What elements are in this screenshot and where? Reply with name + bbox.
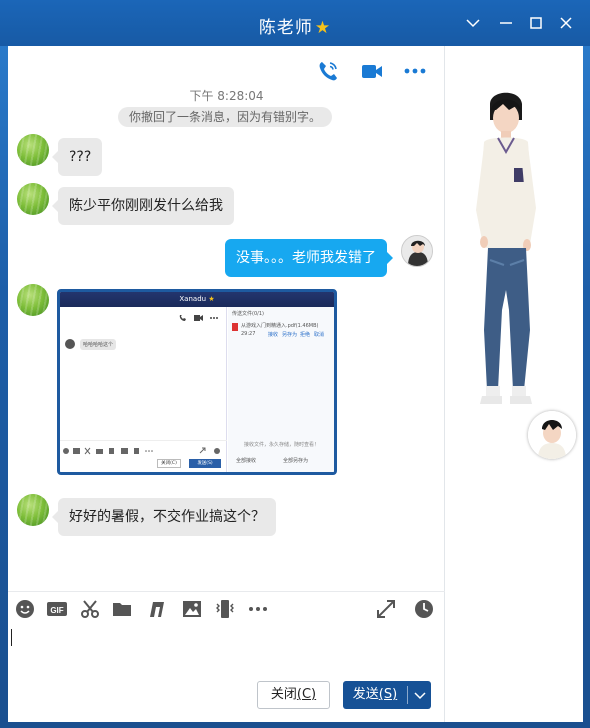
contact-avatar[interactable] — [17, 134, 49, 166]
close-button[interactable]: 关闭(C) — [257, 681, 330, 709]
screenshot-send-button: 发送(S) — [189, 459, 221, 468]
dropdown-icon[interactable] — [462, 12, 484, 34]
contact-side-avatar[interactable] — [528, 411, 576, 459]
gif-label: GIF — [50, 606, 63, 615]
shake-icon[interactable] — [214, 598, 236, 620]
screenshot-file-action: 拒绝 — [300, 332, 311, 338]
maximize-icon[interactable] — [525, 12, 547, 34]
phone-call-icon[interactable] — [315, 58, 341, 84]
recall-notice: 你撤回了一条消息，因为有错别字。 — [118, 107, 332, 127]
send-button[interactable]: 发送(S) — [343, 681, 431, 709]
outgoing-message[interactable]: 没事。。。老师我发错了 — [225, 239, 393, 277]
close-shortcut: (C) — [296, 687, 317, 702]
screenshot-avatar — [65, 339, 75, 349]
send-shortcut: (S) — [378, 687, 398, 702]
emoji-icon[interactable] — [14, 598, 36, 620]
send-text: 发送 — [352, 687, 379, 702]
screenshot-toolbar — [60, 440, 227, 455]
send-divider — [407, 686, 408, 704]
screenshot-notice: 接收文件，永久存储，随时查看！ — [244, 442, 320, 448]
contact-avatar[interactable] — [17, 183, 49, 215]
chevron-down-icon[interactable] — [409, 681, 431, 709]
screenshot-window-title: Xanadu — [179, 295, 207, 303]
close-button-label: 关闭 — [270, 687, 297, 702]
window-frame: 陈老师 ★ 下午 8:28:04 你撤回了一条消息，因为有错别字。 ??? 陈少… — [0, 0, 590, 728]
star-icon: ★ — [314, 18, 332, 38]
screenshot-bubble-text: 哈哈哈哈这个 — [83, 342, 114, 348]
pdf-icon — [232, 323, 238, 331]
side-panel — [446, 46, 583, 722]
screenshot-file-panel: 传送文件(0/1) 从游戏入门到精通入.pdf(1.46MB) 29:27 接收… — [228, 307, 334, 472]
screenshot-file-time: 29:27 — [241, 331, 256, 337]
music-icon[interactable] — [146, 598, 168, 620]
character-show-image[interactable] — [476, 90, 556, 420]
folder-icon[interactable] — [111, 598, 133, 620]
screenshot-file-action: 取消 — [314, 332, 325, 338]
video-call-icon[interactable] — [359, 58, 385, 84]
screenshot-bottom-action: 全部另存为 — [283, 458, 309, 464]
more-icon[interactable] — [247, 598, 269, 620]
screenshot-file-name: 从游戏入门到精通入.pdf(1.46MB) — [241, 323, 319, 329]
window-client: 下午 8:28:04 你撤回了一条消息，因为有错别字。 ??? 陈少平你刚刚发什… — [8, 46, 583, 722]
text-input-caret[interactable] — [11, 629, 12, 646]
contact-avatar[interactable] — [17, 284, 49, 316]
gif-icon[interactable]: GIF — [46, 598, 68, 620]
screenshot-file-header: 传送文件(0/1) — [232, 311, 264, 317]
title-bar[interactable]: 陈老师 ★ — [0, 0, 590, 46]
contact-avatar[interactable] — [17, 494, 49, 526]
image-icon[interactable] — [181, 598, 203, 620]
incoming-message[interactable]: ??? — [51, 138, 103, 176]
expand-icon[interactable] — [375, 598, 397, 620]
screenshot-file-action: 接收 — [268, 332, 279, 338]
screenshot-close-button: 关闭(C) — [157, 459, 181, 468]
screenshot-header-icons — [179, 315, 218, 321]
incoming-message[interactable]: 陈少平你刚刚发什么给我 — [52, 187, 234, 225]
minimize-icon[interactable] — [495, 12, 517, 34]
screenshot-scissors-icon[interactable] — [79, 598, 101, 620]
contact-name: 陈老师 — [258, 18, 313, 38]
incoming-message[interactable]: 好好的暑假，不交作业搞这个？ — [52, 498, 276, 536]
more-icon[interactable] — [402, 58, 428, 84]
screenshot-file-action: 另存为 — [282, 332, 298, 338]
close-icon[interactable] — [555, 12, 577, 34]
star-icon: ★ — [208, 295, 215, 303]
message-timestamp: 下午 8:28:04 — [189, 89, 264, 103]
history-clock-icon[interactable] — [413, 598, 435, 620]
send-button-label: 发送(S) — [343, 681, 407, 709]
chat-panel: 下午 8:28:04 你撤回了一条消息，因为有错别字。 ??? 陈少平你刚刚发什… — [8, 46, 445, 722]
screenshot-image-message[interactable]: Xanadu ★ 哈哈哈哈这个 关闭(C) 发送(S) 传送文件(0/1) 从游… — [57, 289, 337, 475]
screenshot-bottom-action: 全部接收 — [236, 458, 257, 464]
screenshot-title-bar: Xanadu ★ — [60, 292, 334, 307]
screenshot-chat-area: 哈哈哈哈这个 关闭(C) 发送(S) — [60, 307, 227, 472]
my-avatar[interactable] — [401, 235, 433, 267]
